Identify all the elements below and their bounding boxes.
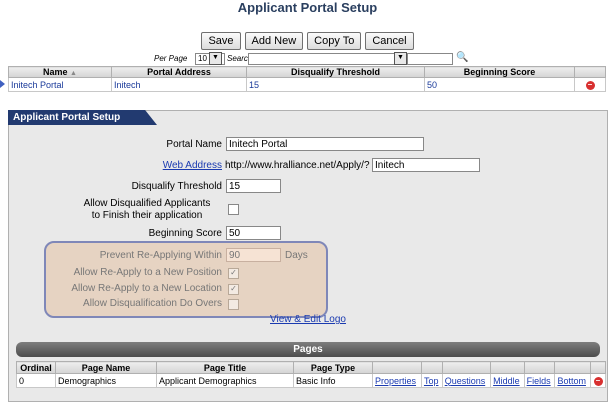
pages-header-bottom (554, 361, 592, 374)
web-address-prefix: http://www.hralliance.net/Apply/? (225, 160, 370, 171)
cell-name[interactable]: Initech Portal (8, 77, 112, 92)
panel-tab-title: Applicant Portal Setup (8, 110, 157, 125)
reapply-location-checkbox[interactable]: ✓ (228, 284, 239, 295)
prevent-reapply-unit: Days (285, 250, 308, 261)
cell-disqualify-threshold[interactable]: 15 (246, 77, 425, 92)
fields-link[interactable]: Fields (527, 376, 551, 386)
bottom-link[interactable]: Bottom (557, 376, 586, 386)
prevent-reapply-input[interactable]: 90 (226, 248, 281, 262)
pages-header-delete (590, 361, 606, 374)
do-overs-checkbox[interactable] (228, 299, 239, 310)
per-page-dropdown-icon[interactable]: ▼ (209, 52, 222, 65)
allow-disqualified-checkbox[interactable] (228, 204, 239, 215)
view-edit-logo-link[interactable]: View & Edit Logo (270, 314, 346, 325)
copy-to-button[interactable]: Copy To (307, 32, 362, 50)
save-button[interactable]: Save (201, 32, 241, 50)
allow-disqualified-label-2: to Finish their application (91, 210, 203, 221)
pages-cell-delete: – (590, 373, 606, 388)
column-header-beginning-score[interactable]: Beginning Score (424, 66, 575, 78)
reapply-location-label: Allow Re-Apply to a New Location (71, 283, 222, 294)
pages-header-page-title[interactable]: Page Title (156, 361, 294, 374)
column-header-disqualify-threshold[interactable]: Disqualify Threshold (246, 66, 425, 78)
questions-link[interactable]: Questions (445, 376, 486, 386)
search-icon[interactable]: 🔍 (456, 52, 468, 63)
pages-header-middle (490, 361, 525, 374)
middle-link[interactable]: Middle (493, 376, 520, 386)
search-field-select[interactable] (248, 53, 400, 65)
beginning-score-input[interactable]: 50 (226, 226, 281, 240)
disqualify-threshold-label: Disqualify Threshold (131, 181, 222, 192)
per-page-label: Per Page (154, 54, 188, 63)
column-header-portal-address[interactable]: Portal Address (111, 66, 247, 78)
prevent-reapply-label: Prevent Re-Applying Within (99, 250, 222, 261)
page-title: Applicant Portal Setup (237, 0, 378, 15)
portal-name-input[interactable]: Initech Portal (226, 137, 424, 151)
reapply-position-checkbox[interactable]: ✓ (228, 268, 239, 279)
pages-section-header: Pages (16, 342, 600, 357)
allow-disqualified-label-1: Allow Disqualified Applicants (83, 198, 211, 209)
pages-cell-page-type: Basic Info (293, 373, 373, 388)
portal-name-label: Portal Name (166, 139, 222, 150)
table-row[interactable]: Initech Portal Initech 15 50 – (8, 77, 606, 92)
web-address-link[interactable]: Web Address (2, 160, 222, 171)
selected-row-arrow-icon (0, 80, 5, 88)
pages-header-top (420, 361, 443, 374)
pages-cell-page-title: Applicant Demographics (156, 373, 294, 388)
web-address-input[interactable]: Initech (372, 158, 480, 172)
search-input[interactable] (407, 53, 453, 65)
add-new-button[interactable]: Add New (244, 32, 304, 50)
toolbar: Save Add New Copy To Cancel (0, 32, 615, 50)
delete-icon[interactable]: – (585, 81, 595, 90)
cancel-button[interactable]: Cancel (365, 32, 414, 50)
pages-header-fields (523, 361, 556, 374)
pages-table: Ordinal Page Name Page Title Page Type 0… (16, 361, 606, 388)
properties-link[interactable]: Properties (375, 376, 416, 386)
cell-beginning-score[interactable]: 50 (424, 77, 575, 92)
pages-header-ordinal[interactable]: Ordinal (16, 361, 56, 374)
pages-cell-page-name: Demographics (55, 373, 157, 388)
pages-header-questions (441, 361, 492, 374)
column-header-actions (574, 66, 606, 78)
table-row[interactable]: 0 Demographics Applicant Demographics Ba… (16, 373, 606, 388)
do-overs-label: Allow Disqualification Do Overs (83, 298, 222, 309)
top-link[interactable]: Top (424, 376, 439, 386)
search-dropdown-icon[interactable]: ▼ (394, 52, 407, 65)
cell-portal-address[interactable]: Initech (111, 77, 247, 92)
pages-header-page-name[interactable]: Page Name (55, 361, 157, 374)
pages-header-page-type[interactable]: Page Type (293, 361, 373, 374)
pages-header-properties (372, 361, 422, 374)
pages-cell-ordinal: 0 (16, 373, 56, 388)
filter-bar: Per Page 10 ▼ Search ▼ 🔍 (8, 52, 606, 66)
column-header-name[interactable]: Name ▲ (8, 66, 112, 78)
disqualify-threshold-input[interactable]: 15 (226, 179, 281, 193)
portal-grid: Name ▲ Portal Address Disqualify Thresho… (8, 66, 606, 92)
delete-icon[interactable]: – (593, 377, 603, 386)
beginning-score-label: Beginning Score (148, 228, 222, 239)
reapply-position-label: Allow Re-Apply to a New Position (73, 267, 222, 278)
cell-delete: – (574, 77, 606, 92)
sort-up-icon: ▲ (70, 70, 77, 77)
